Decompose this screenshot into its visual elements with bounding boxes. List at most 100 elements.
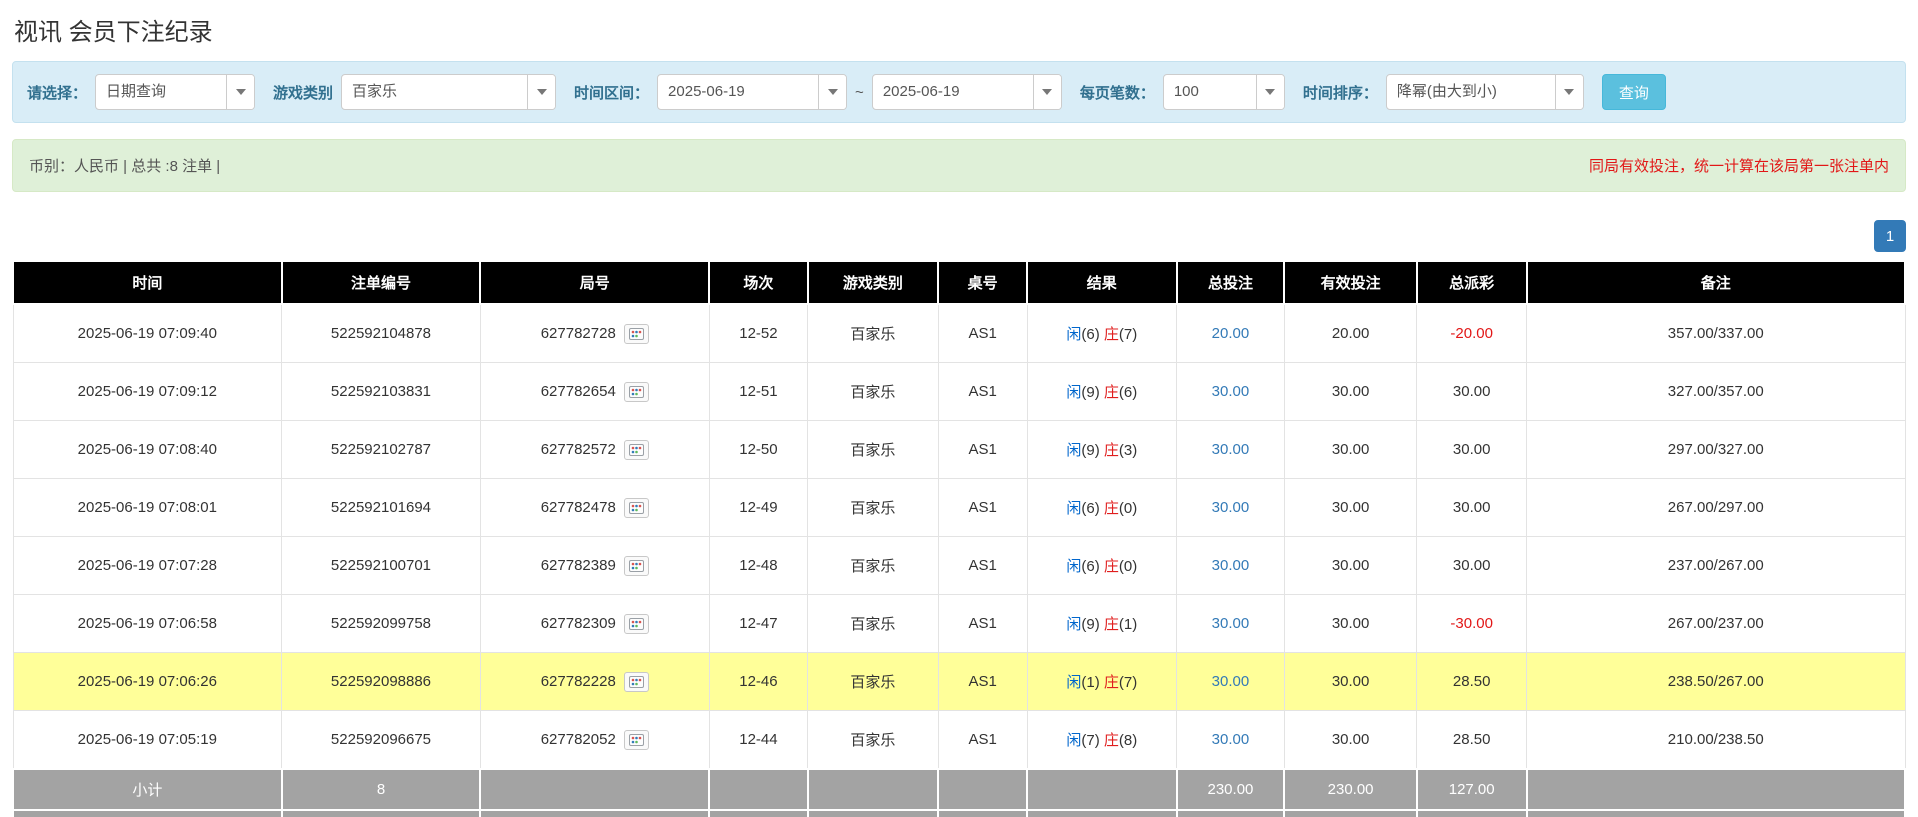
cell-round: 627782228 (480, 653, 709, 711)
total-bet-link[interactable]: 30.00 (1212, 441, 1250, 458)
round-number: 627782572 (541, 440, 616, 457)
footer-label: 小计 (13, 769, 282, 810)
game-type-select[interactable]: 百家乐 (341, 74, 556, 110)
total-bet-link[interactable]: 30.00 (1212, 615, 1250, 632)
round-result-icon[interactable] (624, 614, 649, 634)
cell-round: 627782572 (480, 421, 709, 479)
date-from-caret-button[interactable] (818, 75, 846, 109)
cell-valid-bet: 20.00 (1284, 304, 1416, 363)
footer-session (709, 810, 807, 817)
cell-remark: 327.00/357.00 (1527, 363, 1905, 421)
round-result-icon[interactable] (624, 730, 649, 750)
result-player: 闲 (1066, 558, 1081, 575)
result-player-score: (6) (1081, 326, 1099, 343)
cell-table-no: AS1 (938, 421, 1027, 479)
cell-table-no: AS1 (938, 479, 1027, 537)
result-banker-score: (3) (1119, 442, 1137, 459)
cell-bet-id: 522592099758 (282, 595, 481, 653)
cell-total-bet: 30.00 (1177, 711, 1285, 770)
cell-bet-id: 522592103831 (282, 363, 481, 421)
pagination: 1 (12, 220, 1906, 252)
game-type-label: 游戏类别 (273, 82, 333, 103)
cell-payout: 28.50 (1417, 653, 1527, 711)
round-number: 627782389 (541, 556, 616, 573)
time-range-label: 时间区间： (574, 82, 649, 103)
round-result-icon[interactable] (624, 498, 649, 518)
date-from-select[interactable]: 2025-06-19 (657, 74, 847, 110)
result-player-score: (9) (1081, 442, 1099, 459)
header-table-no: 桌号 (938, 261, 1027, 304)
cell-game-type: 百家乐 (808, 421, 939, 479)
result-player-score: (1) (1081, 674, 1099, 691)
cell-session: 12-46 (709, 653, 807, 711)
round-result-icon[interactable] (624, 556, 649, 576)
cell-total-bet: 30.00 (1177, 653, 1285, 711)
search-button[interactable]: 查询 (1602, 74, 1666, 110)
footer-payout: 127.00 (1417, 769, 1527, 810)
sort-order-caret-button[interactable] (1555, 75, 1583, 109)
page-button-1[interactable]: 1 (1874, 220, 1906, 252)
total-bet-link[interactable]: 30.00 (1212, 383, 1250, 400)
sort-order-group: 时间排序： 降幂(由大到小) (1303, 74, 1584, 110)
date-to-select[interactable]: 2025-06-19 (872, 74, 1062, 110)
filter-bar: 请选择： 日期查询 游戏类别 百家乐 时间区间： 2025-06-19 ~ 20… (12, 61, 1906, 123)
cell-table-no: AS1 (938, 653, 1027, 711)
cell-valid-bet: 30.00 (1284, 711, 1416, 770)
round-number: 627782478 (541, 498, 616, 515)
cell-session: 12-52 (709, 304, 807, 363)
total-bet-link[interactable]: 30.00 (1212, 731, 1250, 748)
result-player: 闲 (1066, 616, 1081, 633)
game-type-caret-button[interactable] (527, 75, 555, 109)
game-type-value: 百家乐 (342, 75, 527, 109)
cell-session: 12-48 (709, 537, 807, 595)
total-bet-link[interactable]: 30.00 (1212, 499, 1250, 516)
result-player: 闲 (1066, 732, 1081, 749)
cell-remark: 297.00/327.00 (1527, 421, 1905, 479)
page-size-select[interactable]: 100 (1163, 74, 1285, 110)
round-number: 627782052 (541, 730, 616, 747)
round-result-icon[interactable] (624, 324, 649, 344)
footer-session (709, 769, 807, 810)
cell-time: 2025-06-19 07:09:12 (13, 363, 282, 421)
cell-valid-bet: 30.00 (1284, 479, 1416, 537)
result-banker-score: (6) (1119, 384, 1137, 401)
table-row: 2025-06-19 07:05:19522592096675627782052… (13, 711, 1905, 770)
total-bet-link[interactable]: 30.00 (1212, 673, 1250, 690)
cell-result: 闲(6) 庄(0) (1027, 479, 1176, 537)
cell-time: 2025-06-19 07:05:19 (13, 711, 282, 770)
header-time: 时间 (13, 261, 282, 304)
summary-bar: 币别：人民币 | 总共 :8 注单 | 同局有效投注，统一计算在该局第一张注单内 (12, 139, 1906, 192)
round-result-icon[interactable] (624, 382, 649, 402)
cell-time: 2025-06-19 07:09:40 (13, 304, 282, 363)
cell-session: 12-49 (709, 479, 807, 537)
page-size-value: 100 (1164, 75, 1256, 109)
result-player-score: (6) (1081, 500, 1099, 517)
sort-order-select[interactable]: 降幂(由大到小) (1386, 74, 1584, 110)
cell-time: 2025-06-19 07:07:28 (13, 537, 282, 595)
table-header: 时间 注单编号 局号 场次 游戏类别 桌号 结果 总投注 有效投注 总派彩 备注 (13, 261, 1905, 304)
date-to-caret-button[interactable] (1033, 75, 1061, 109)
query-type-caret-button[interactable] (226, 75, 254, 109)
cell-time: 2025-06-19 07:06:26 (13, 653, 282, 711)
result-player: 闲 (1066, 326, 1081, 343)
date-from-value: 2025-06-19 (658, 75, 818, 109)
round-result-icon[interactable] (624, 672, 649, 692)
subtotal-row: 小计8230.00230.00127.00 (13, 769, 1905, 810)
footer-round (480, 769, 709, 810)
table-body: 2025-06-19 07:09:40522592104878627782728… (13, 304, 1905, 769)
total-bet-link[interactable]: 30.00 (1212, 557, 1250, 574)
footer-payout: 127.00 (1417, 810, 1527, 817)
page-size-caret-button[interactable] (1256, 75, 1284, 109)
footer-table-no (938, 810, 1027, 817)
cell-total-bet: 30.00 (1177, 363, 1285, 421)
round-number: 627782728 (541, 324, 616, 341)
result-player: 闲 (1066, 674, 1081, 691)
footer-result (1027, 769, 1176, 810)
cell-total-bet: 20.00 (1177, 304, 1285, 363)
cell-session: 12-44 (709, 711, 807, 770)
cell-remark: 210.00/238.50 (1527, 711, 1905, 770)
total-bet-link[interactable]: 20.00 (1212, 325, 1250, 342)
round-result-icon[interactable] (624, 440, 649, 460)
cell-bet-id: 522592102787 (282, 421, 481, 479)
query-type-select[interactable]: 日期查询 (95, 74, 255, 110)
